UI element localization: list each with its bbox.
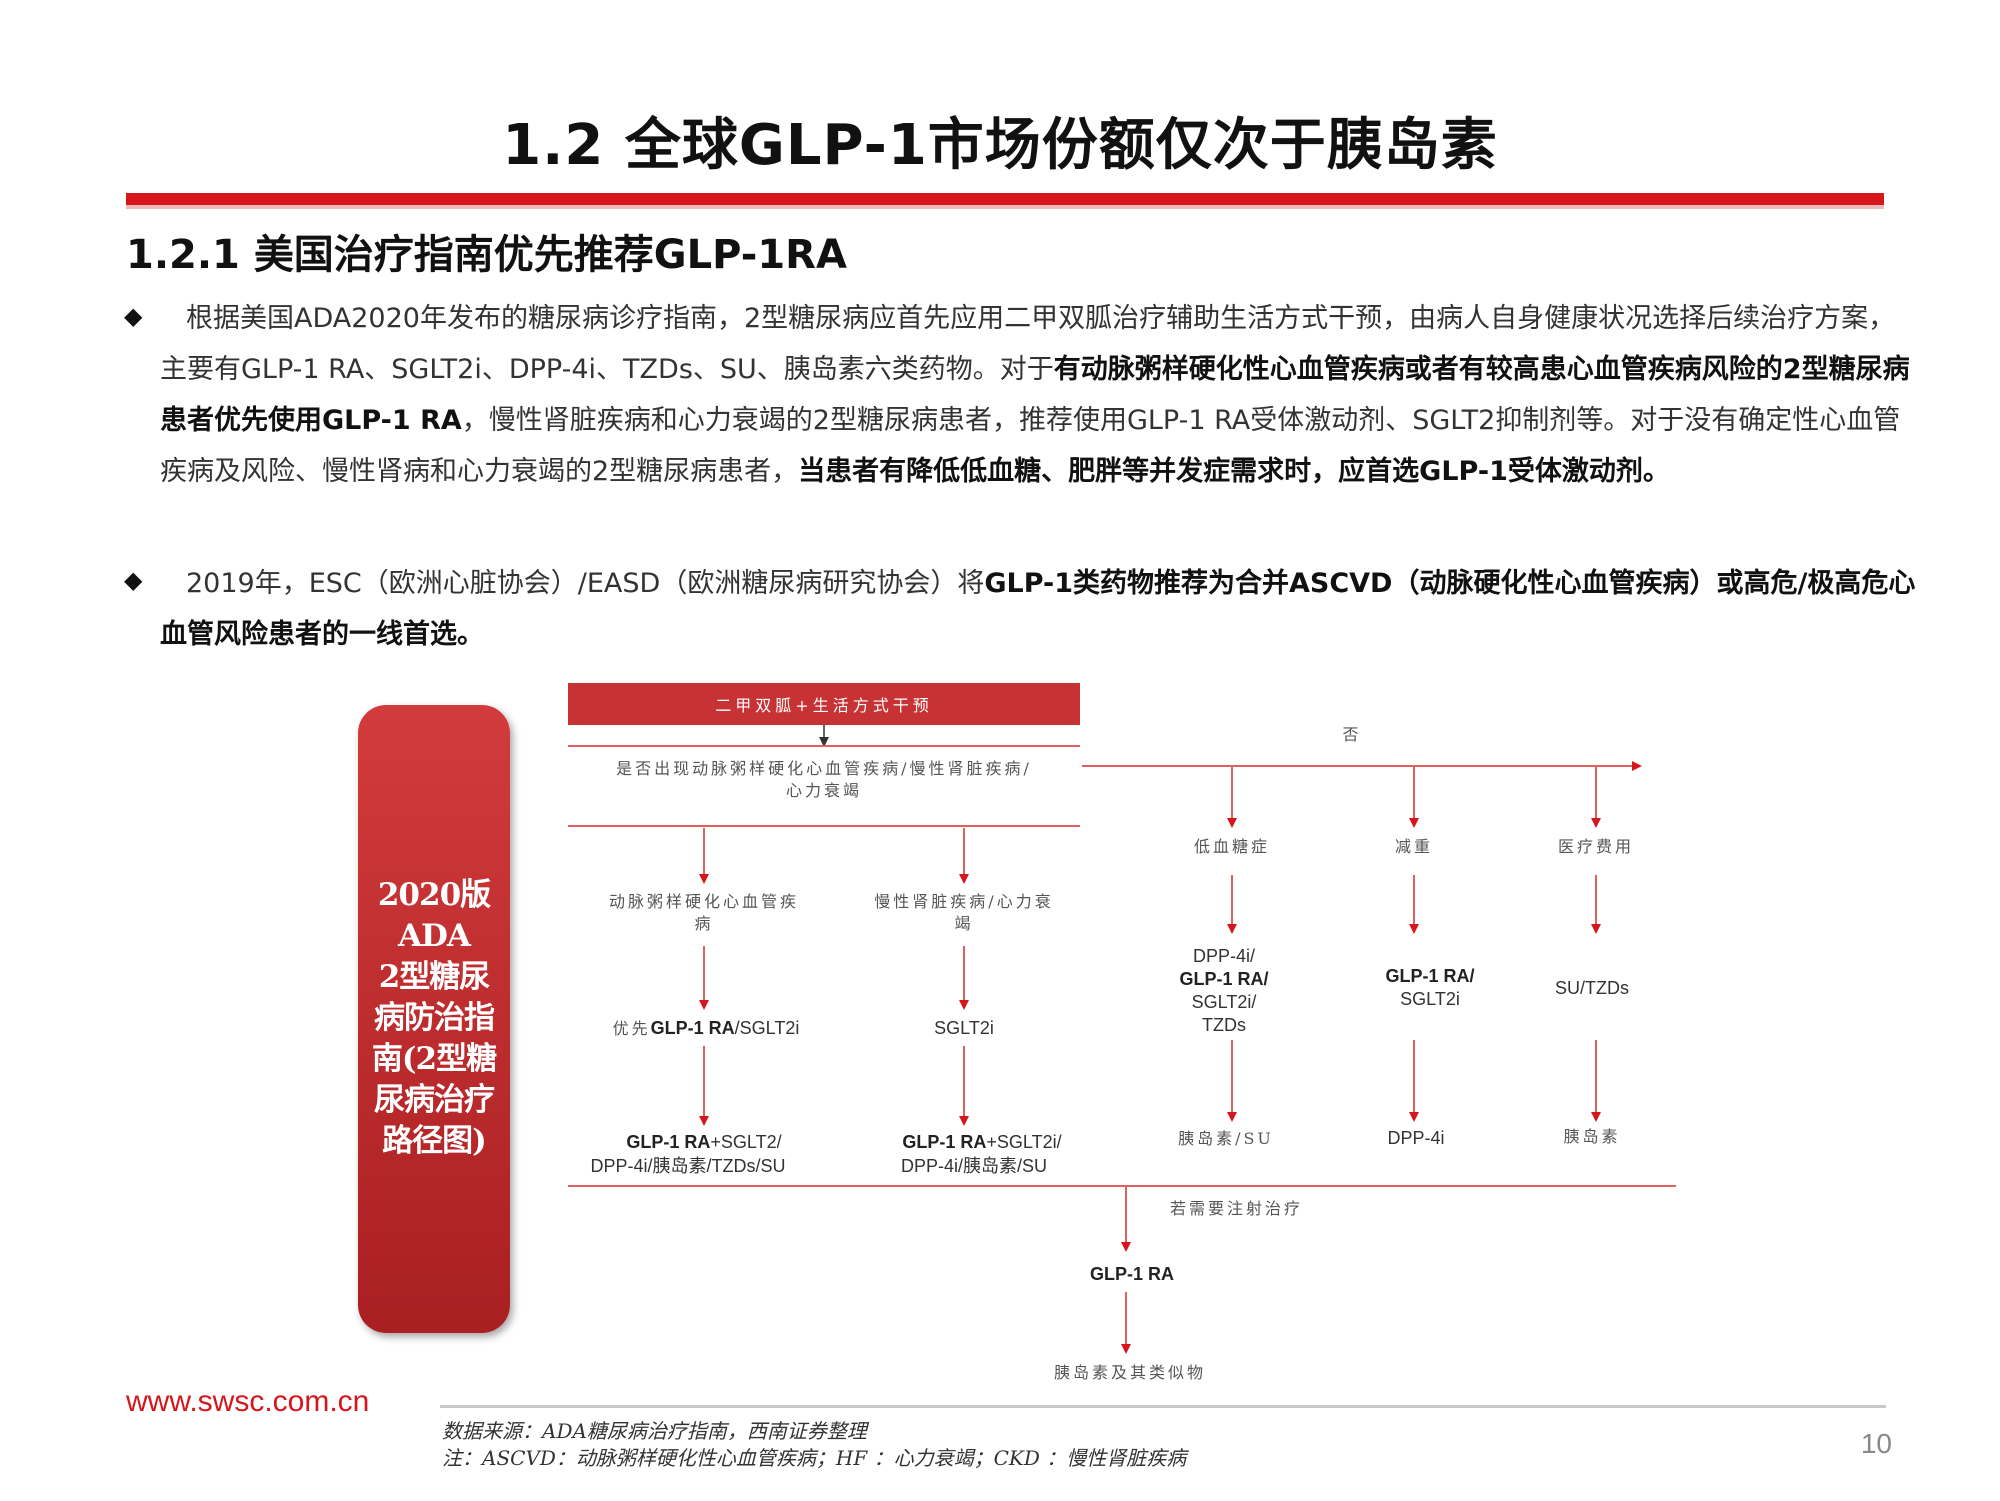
flow-hypo-step1-line: SGLT2i/ <box>1192 992 1257 1012</box>
flow-hypo-step1-line: GLP-1 RA/ <box>1179 969 1268 989</box>
flow-weight-label: 减重 <box>1395 837 1433 856</box>
flow-ascvd-step2: GLP-1 RA+SGLT2/ <box>626 1132 781 1152</box>
flow-ascvd-step2-line2: DPP-4i/胰岛素/TZDs/SU <box>590 1156 785 1176</box>
footer-source: 数据来源：ADA糖尿病治疗指南，西南证券整理 <box>442 1419 867 1443</box>
flow-final-step: 胰岛素及其类似物 <box>1054 1363 1206 1382</box>
flow-hypo-step1-line: TZDs <box>1202 1015 1246 1035</box>
footer-url[interactable]: www.swsc.com.cn <box>126 1385 369 1419</box>
page-number: 10 <box>1860 1428 1892 1459</box>
flow-ascvd-step2-bold: GLP-1 RA <box>626 1132 710 1152</box>
flow-ckd-line: 竭 <box>954 914 973 933</box>
footer-note: 注：ASCVD：动脉粥样硬化性心血管疾病；HF ：心力衰竭；CKD ：慢性肾脏疾… <box>442 1446 1187 1470</box>
flow-cost-step2: 胰岛素 <box>1563 1127 1620 1146</box>
flow-ascvd-step1-prefix: 优先 <box>613 1019 651 1038</box>
flow-hypoglycemia-label: 低血糖症 <box>1194 837 1270 856</box>
flow-ascvd-step1-rest: /SGLT2i <box>735 1018 800 1038</box>
flow-ascvd-line: 动脉粥样硬化心血管疾 <box>609 892 799 911</box>
flow-injection-step: GLP-1 RA <box>1090 1264 1174 1284</box>
flow-cost-label: 医疗费用 <box>1558 837 1634 856</box>
flow-ckd-step2-rest: +SGLT2i/ <box>986 1132 1061 1152</box>
flow-ckd-step1: SGLT2i <box>934 1018 994 1038</box>
flow-injection-label: 若需要注射治疗 <box>1170 1199 1303 1218</box>
flow-ascvd-step1: 优先GLP-1 RA/SGLT2i <box>613 1018 800 1038</box>
flow-ckd-step2: GLP-1 RA+SGLT2i/ <box>902 1132 1061 1152</box>
flow-ckd-step2-bold: GLP-1 RA <box>902 1132 986 1152</box>
flow-ascvd-step2-rest: +SGLT2/ <box>710 1132 781 1152</box>
footer-divider <box>440 1405 1886 1408</box>
flow-ckd-step2-line2: DPP-4i/胰岛素/SU <box>901 1156 1047 1176</box>
flow-ckd-line: 慢性肾脏疾病/心力衰 <box>874 892 1053 911</box>
flow-weight-step2: DPP-4i <box>1387 1128 1444 1148</box>
flow-ascvd-line: 病 <box>694 914 713 933</box>
flow-weight-step1-line: GLP-1 RA/ <box>1385 966 1474 986</box>
flow-question-line: 心力衰竭 <box>786 781 862 800</box>
flow-ascvd-step1-bold: GLP-1 RA <box>651 1018 735 1038</box>
flow-start-label: 二甲双胍+生活方式干预 <box>715 696 932 715</box>
flow-no-label: 否 <box>1342 725 1361 744</box>
flow-hypo-step1-line: DPP-4i/ <box>1193 946 1255 966</box>
flow-cost-step1: SU/TZDs <box>1555 978 1629 998</box>
flow-weight-step1-line: SGLT2i <box>1400 989 1460 1009</box>
flow-question-line: 是否出现动脉粥样硬化心血管疾病/慢性肾脏疾病/ <box>616 759 1032 778</box>
treatment-flowchart: 二甲双胍+生活方式干预 是否出现动脉粥样硬化心血管疾病/慢性肾脏疾病/ 心力衰竭… <box>568 683 1676 1382</box>
flow-hypo-step2: 胰岛素/SU <box>1178 1129 1274 1148</box>
